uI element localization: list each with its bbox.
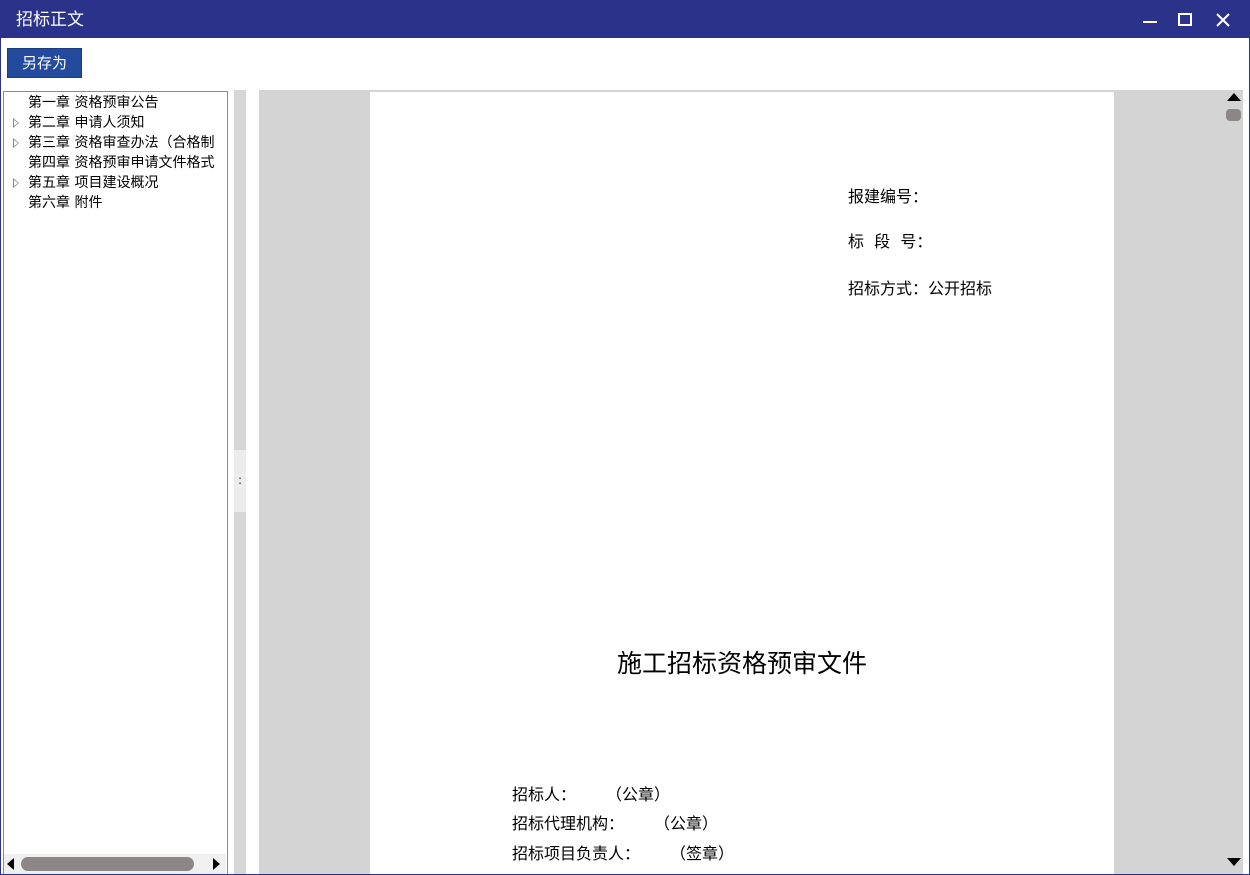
signature-label: 招标项目负责人： bbox=[512, 844, 641, 863]
expand-arrow-icon[interactable] bbox=[13, 118, 19, 128]
signature-note: （公章） bbox=[606, 785, 671, 804]
scroll-down-icon[interactable] bbox=[1227, 858, 1241, 866]
maximize-icon bbox=[1178, 13, 1192, 26]
scroll-left-icon[interactable] bbox=[7, 858, 14, 870]
save-as-button[interactable]: 另存为 bbox=[7, 48, 82, 78]
document-window: 招标正文 另存为 第一章 资格预审公告 第二章 申请人须知 第三章 资格审查办法… bbox=[0, 0, 1250, 875]
minimize-button[interactable] bbox=[1137, 7, 1163, 33]
panel-splitter[interactable]: : bbox=[234, 90, 246, 874]
tree-item-chapter-1[interactable]: 第一章 资格预审公告 bbox=[4, 93, 227, 113]
scroll-up-icon[interactable] bbox=[1227, 93, 1241, 101]
tree-item-label: 第四章 资格预审申请文件格式 bbox=[28, 155, 215, 171]
grip-dots-icon: : bbox=[238, 473, 243, 487]
meta-project-number: 报建编号： bbox=[848, 187, 929, 206]
signature-note: （公章） bbox=[654, 814, 719, 833]
signature-agency: 招标代理机构： （公章） bbox=[512, 814, 718, 834]
window-title: 招标正文 bbox=[16, 10, 84, 30]
minimize-icon bbox=[1143, 21, 1157, 23]
scroll-right-icon[interactable] bbox=[213, 858, 220, 870]
document-vertical-scrollbar[interactable] bbox=[1223, 90, 1243, 874]
expand-arrow-icon[interactable] bbox=[13, 178, 19, 188]
document-viewer: 报建编号： 标 段 号： 招标方式：公开招标 施工招标资格预审文件 招标人： （公… bbox=[259, 90, 1243, 874]
close-button[interactable] bbox=[1210, 7, 1236, 33]
signature-label: 招标人： bbox=[512, 785, 577, 804]
maximize-button[interactable] bbox=[1172, 7, 1198, 33]
signature-note: （签章） bbox=[670, 844, 735, 863]
tree-item-chapter-2[interactable]: 第二章 申请人须知 bbox=[4, 113, 227, 133]
title-bar: 招标正文 bbox=[1, 1, 1249, 38]
tree-item-label: 第二章 申请人须知 bbox=[28, 115, 145, 131]
meta-tender-method: 招标方式：公开招标 bbox=[848, 279, 993, 298]
tree-item-chapter-6[interactable]: 第六章 附件 bbox=[4, 193, 227, 213]
meta-section-number: 标 段 号： bbox=[848, 232, 933, 251]
document-page: 报建编号： 标 段 号： 招标方式：公开招标 施工招标资格预审文件 招标人： （公… bbox=[370, 92, 1114, 874]
signature-label: 招标代理机构： bbox=[512, 814, 625, 833]
signature-tenderer: 招标人： （公章） bbox=[512, 785, 670, 805]
signature-project-lead: 招标项目负责人： （签章） bbox=[512, 844, 734, 864]
tree-item-label: 第六章 附件 bbox=[28, 195, 103, 211]
tree-item-chapter-3[interactable]: 第三章 资格审查办法（合格制 bbox=[4, 133, 227, 153]
close-icon bbox=[1216, 13, 1230, 27]
tree-item-label: 第五章 项目建设概况 bbox=[28, 175, 159, 191]
document-title: 施工招标资格预审文件 bbox=[616, 649, 867, 678]
toolbar: 另存为 bbox=[1, 38, 1249, 88]
tree-item-label: 第三章 资格审查办法（合格制 bbox=[28, 135, 215, 151]
chapter-tree: 第一章 资格预审公告 第二章 申请人须知 第三章 资格审查办法（合格制 第四章 … bbox=[3, 91, 228, 874]
expand-arrow-icon[interactable] bbox=[13, 138, 19, 148]
tree-item-chapter-5[interactable]: 第五章 项目建设概况 bbox=[4, 173, 227, 193]
tree-horizontal-scrollbar[interactable] bbox=[4, 854, 226, 874]
scroll-thumb[interactable] bbox=[21, 857, 194, 871]
splitter-grip[interactable]: : bbox=[234, 450, 246, 512]
scroll-thumb[interactable] bbox=[1226, 109, 1241, 121]
tree-item-chapter-4[interactable]: 第四章 资格预审申请文件格式 bbox=[4, 153, 227, 173]
tree-item-label: 第一章 资格预审公告 bbox=[28, 95, 159, 111]
